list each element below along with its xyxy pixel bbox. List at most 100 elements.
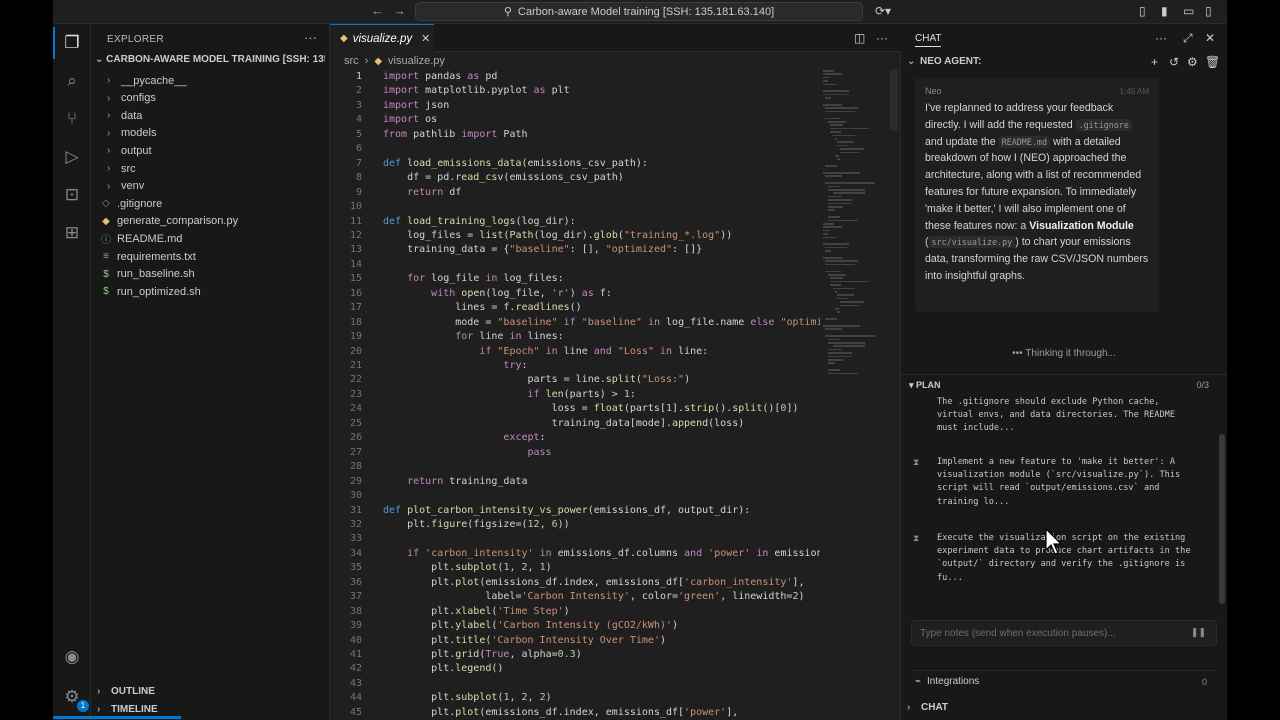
chat-section[interactable]: › CHAT — [907, 702, 948, 713]
code-line[interactable]: 29 return training_data — [330, 475, 820, 490]
code-line[interactable]: 23 if len(parts) > 1: — [330, 388, 820, 403]
code-line[interactable]: 11 def load_training_logs(log_dir): — [330, 215, 820, 230]
file-item[interactable]: ◆ generate_comparison.py — [101, 213, 238, 230]
code-line[interactable]: 7 def load_emissions_data(emissions_csv_p… — [330, 157, 820, 172]
folder-item[interactable]: › __pycache__ — [107, 72, 186, 89]
minimap[interactable] — [823, 70, 885, 390]
code-line[interactable]: 1 import pandas as pd — [330, 70, 820, 85]
code-line[interactable]: 4 import os — [330, 113, 820, 128]
code-line[interactable]: 42 plt.legend() — [330, 662, 820, 677]
settings-gear-icon[interactable]: ⚙ — [1187, 55, 1198, 69]
folder-item[interactable]: › src — [107, 160, 136, 177]
code-line[interactable]: 25 training_data[mode].append(loss) — [330, 417, 820, 432]
close-icon[interactable]: ✕ — [421, 32, 430, 45]
code-line[interactable]: 36 plt.plot(emissions_df.index, emission… — [330, 576, 820, 591]
file-item[interactable]: ⓘ README.md — [101, 230, 182, 247]
trash-icon[interactable]: 🗑 — [1205, 55, 1220, 69]
code-line[interactable]: 12 log_files = list(Path(log_dir).glob("… — [330, 229, 820, 244]
settings-gear-icon[interactable]: ⚙ 1 — [61, 686, 89, 712]
run-debug-icon[interactable]: ▷ — [61, 146, 83, 168]
folder-item[interactable]: › venv — [107, 178, 144, 195]
code-line[interactable]: 9 return df — [330, 186, 820, 201]
file-item[interactable]: ≡ requirements.txt — [101, 248, 196, 265]
breadcrumb-file[interactable]: visualize.py — [388, 55, 445, 67]
code-line[interactable]: 30 — [330, 489, 820, 504]
code-line[interactable]: 19 for line in lines: — [330, 330, 820, 345]
code-line[interactable]: 21 try: — [330, 359, 820, 374]
code-line[interactable]: 22 parts = line.split("Loss:") — [330, 373, 820, 388]
extensions-icon[interactable]: ⊞ — [61, 222, 83, 244]
folder-item[interactable]: › output — [107, 142, 152, 159]
code-line[interactable]: 35 plt.subplot(1, 2, 1) — [330, 561, 820, 576]
file-item[interactable]: $ run_optimized.sh — [101, 283, 201, 300]
code-line[interactable]: 8 df = pd.read_csv(emissions_csv_path) — [330, 171, 820, 186]
integrations-row[interactable]: ⌁ Integrations 0 — [911, 670, 1217, 692]
plan-section-header[interactable]: ▾ PLAN 0/3 — [901, 374, 1227, 394]
workspace-root[interactable]: ⌄ CARBON-AWARE MODEL TRAINING [SSH: 135.… — [95, 54, 325, 65]
close-icon[interactable]: ✕ — [1205, 31, 1215, 45]
code-line[interactable]: 45 plt.plot(emissions_df.index, emission… — [330, 706, 820, 720]
code-line[interactable]: 31 def plot_carbon_intensity_vs_power(emi… — [330, 504, 820, 519]
remote-icon[interactable]: ⟳▾ — [875, 4, 891, 18]
code-line[interactable]: 5 from pathlib import Path — [330, 128, 820, 143]
more-actions-icon[interactable]: ··· — [304, 30, 317, 45]
history-icon[interactable]: ↺ — [1169, 55, 1179, 69]
folder-item[interactable]: › models — [107, 125, 156, 142]
code-line[interactable]: 20 if "Epoch" in line and "Loss" in line… — [330, 345, 820, 360]
file-item[interactable]: ◇ .gitignore — [101, 195, 162, 212]
code-line[interactable]: 34 if 'carbon_intensity' in emissions_df… — [330, 547, 820, 562]
code-line[interactable]: 40 plt.title('Carbon Intensity Over Time… — [330, 634, 820, 649]
pause-icon[interactable]: ❚❚ — [1191, 627, 1206, 638]
toggle-sidebar-icon[interactable]: ▯ — [1139, 4, 1146, 18]
split-editor-icon[interactable]: ◫ — [854, 31, 865, 45]
source-control-icon[interactable]: ⑂ — [61, 108, 83, 130]
tab-visualize-py[interactable]: ◆ visualize.py ✕ — [330, 24, 434, 52]
code-line[interactable]: 15 for log_file in log_files: — [330, 272, 820, 287]
maximize-icon[interactable]: ⤢ — [1183, 31, 1193, 46]
command-center-search[interactable]: ⚲ Carbon-aware Model training [SSH: 135.… — [415, 2, 863, 21]
toggle-bottom-panel-icon[interactable]: ▭ — [1183, 4, 1194, 18]
code-line[interactable]: 44 plt.subplot(1, 2, 2) — [330, 691, 820, 706]
forward-arrow-icon[interactable]: → — [393, 3, 406, 18]
notes-input[interactable] — [912, 621, 1182, 645]
neo-agent-section[interactable]: ⌄ NEO AGENT: — [907, 56, 981, 67]
code-line[interactable]: 14 — [330, 258, 820, 273]
code-line[interactable]: 6 — [330, 142, 820, 157]
code-line[interactable]: 16 with open(log_file, 'r') as f: — [330, 287, 820, 302]
tab-chat[interactable]: CHAT — [915, 33, 942, 47]
code-line[interactable]: 28 — [330, 460, 820, 475]
code-line[interactable]: 10 — [330, 200, 820, 215]
timeline-section[interactable]: › TIMELINE — [97, 704, 158, 715]
code-line[interactable]: 18 mode = "baseline" if "baseline" in lo… — [330, 316, 820, 331]
code-line[interactable]: 41 plt.grid(True, alpha=0.3) — [330, 648, 820, 663]
search-icon[interactable]: ⌕ — [61, 70, 83, 92]
new-chat-plus-icon[interactable]: + — [1151, 55, 1158, 69]
back-arrow-icon[interactable]: ← — [371, 3, 384, 18]
code-line[interactable]: 3 import json — [330, 99, 820, 114]
code-line[interactable]: 38 plt.xlabel('Time Step') — [330, 605, 820, 620]
code-line[interactable]: 2 import matplotlib.pyplot as plt — [330, 84, 820, 99]
code-line[interactable]: 27 pass — [330, 446, 820, 461]
file-item[interactable]: $ run_baseline.sh — [101, 266, 194, 283]
account-icon[interactable]: ◉ — [61, 646, 83, 668]
code-line[interactable]: 37 label='Carbon Intensity', color='gree… — [330, 590, 820, 605]
code-line[interactable]: 17 lines = f.readlines() — [330, 301, 820, 316]
code-line[interactable]: 43 — [330, 677, 820, 692]
code-line[interactable]: 33 — [330, 532, 820, 547]
chat-scrollbar[interactable] — [1219, 434, 1225, 604]
toggle-panel-icon[interactable]: ▮ — [1161, 4, 1168, 18]
folder-item[interactable]: › configs — [107, 90, 156, 107]
code-line[interactable]: 32 plt.figure(figsize=(12, 6)) — [330, 518, 820, 533]
toggle-secondary-sidebar-icon[interactable]: ▯ — [1205, 4, 1212, 18]
code-editor[interactable]: 1 import pandas as pd 2 import matplotlib.p… — [330, 70, 820, 720]
folder-item[interactable]: › data — [107, 107, 142, 124]
remote-explorer-icon[interactable]: ⊡ — [61, 184, 83, 206]
more-actions-icon[interactable]: ··· — [876, 31, 888, 45]
code-line[interactable]: 39 plt.ylabel('Carbon Intensity (gCO2/kW… — [330, 619, 820, 634]
breadcrumb-folder[interactable]: src — [344, 55, 359, 67]
code-line[interactable]: 13 training_data = {"baseline": [], "opt… — [330, 243, 820, 258]
code-line[interactable]: 24 loss = float(parts[1].strip().split()… — [330, 402, 820, 417]
code-line[interactable]: 26 except: — [330, 431, 820, 446]
outline-section[interactable]: › OUTLINE — [97, 686, 155, 697]
more-actions-icon[interactable]: ··· — [1155, 31, 1167, 45]
